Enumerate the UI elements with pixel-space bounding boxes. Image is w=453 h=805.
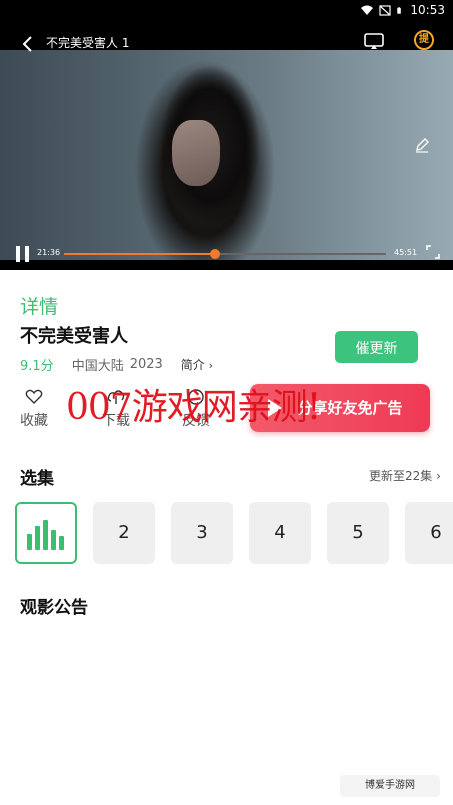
pause-icon[interactable]: [16, 246, 30, 262]
progress-track[interactable]: [64, 249, 386, 259]
no-signal-icon: [379, 4, 392, 16]
episode-item[interactable]: 2: [93, 502, 155, 564]
tab-details[interactable]: 详情: [20, 292, 58, 319]
player-topbar: 不完美受害人 1 提: [0, 20, 453, 64]
pencil-edit-icon[interactable]: [414, 137, 430, 153]
site-watermark: 007游戏网亲测!: [66, 387, 321, 428]
duration-time: 45:51: [394, 248, 418, 257]
episodes-update-label: 更新至22集: [369, 469, 433, 483]
episode-item[interactable]: 4: [249, 502, 311, 564]
battery-icon: [397, 6, 402, 14]
back-arrow-icon[interactable]: [18, 33, 40, 55]
progress-fill: [64, 253, 216, 255]
now-playing-bars-icon: [27, 520, 67, 550]
corner-logo-watermark: 博爱手游网: [340, 775, 440, 797]
elapsed-time: 21:36: [37, 248, 61, 257]
episode-list: 2 3 4 5 6: [15, 502, 453, 566]
episodes-heading: 选集: [20, 469, 54, 489]
coin-badge-icon[interactable]: 提: [414, 30, 434, 50]
request-update-button[interactable]: 催更新: [335, 331, 418, 363]
score: 9.1分: [20, 359, 54, 374]
region: 中国大陆: [71, 359, 124, 374]
heart-icon: [25, 389, 43, 404]
favorite-label: 收藏: [20, 413, 48, 429]
year: 2023: [129, 357, 163, 372]
notice-heading: 观影公告: [20, 598, 88, 618]
video-subject-face: [172, 120, 220, 186]
episode-current[interactable]: [15, 502, 77, 564]
episode-item[interactable]: 3: [171, 502, 233, 564]
player-controls: 21:36 45:51: [0, 240, 453, 270]
video-player[interactable]: 不完美受害人 1 提 21:36 45:51: [0, 20, 453, 270]
show-meta: 9.1分 中国大陆 2023 简介 ›: [20, 355, 213, 374]
fullscreen-icon[interactable]: [426, 245, 440, 259]
progress-knob[interactable]: [210, 249, 221, 259]
favorite-button[interactable]: 收藏: [14, 388, 54, 430]
episode-item[interactable]: 6: [405, 502, 453, 564]
wifi-icon: [361, 5, 374, 15]
status-bar: 10:53: [0, 0, 453, 20]
episode-title: 不完美受害人 1: [46, 36, 130, 50]
chevron-right-icon: ›: [436, 469, 441, 483]
cast-screen-icon[interactable]: [364, 32, 384, 50]
episodes-more-link[interactable]: 更新至22集 ›: [369, 467, 441, 484]
video-frame[interactable]: [0, 50, 453, 265]
intro-label: 简介: [180, 358, 205, 372]
episode-item[interactable]: 5: [327, 502, 389, 564]
chevron-right-icon: ›: [208, 359, 214, 372]
status-time: 10:53: [410, 3, 445, 17]
show-title: 不完美受害人: [20, 326, 128, 347]
intro-link[interactable]: 简介 ›: [181, 356, 213, 373]
